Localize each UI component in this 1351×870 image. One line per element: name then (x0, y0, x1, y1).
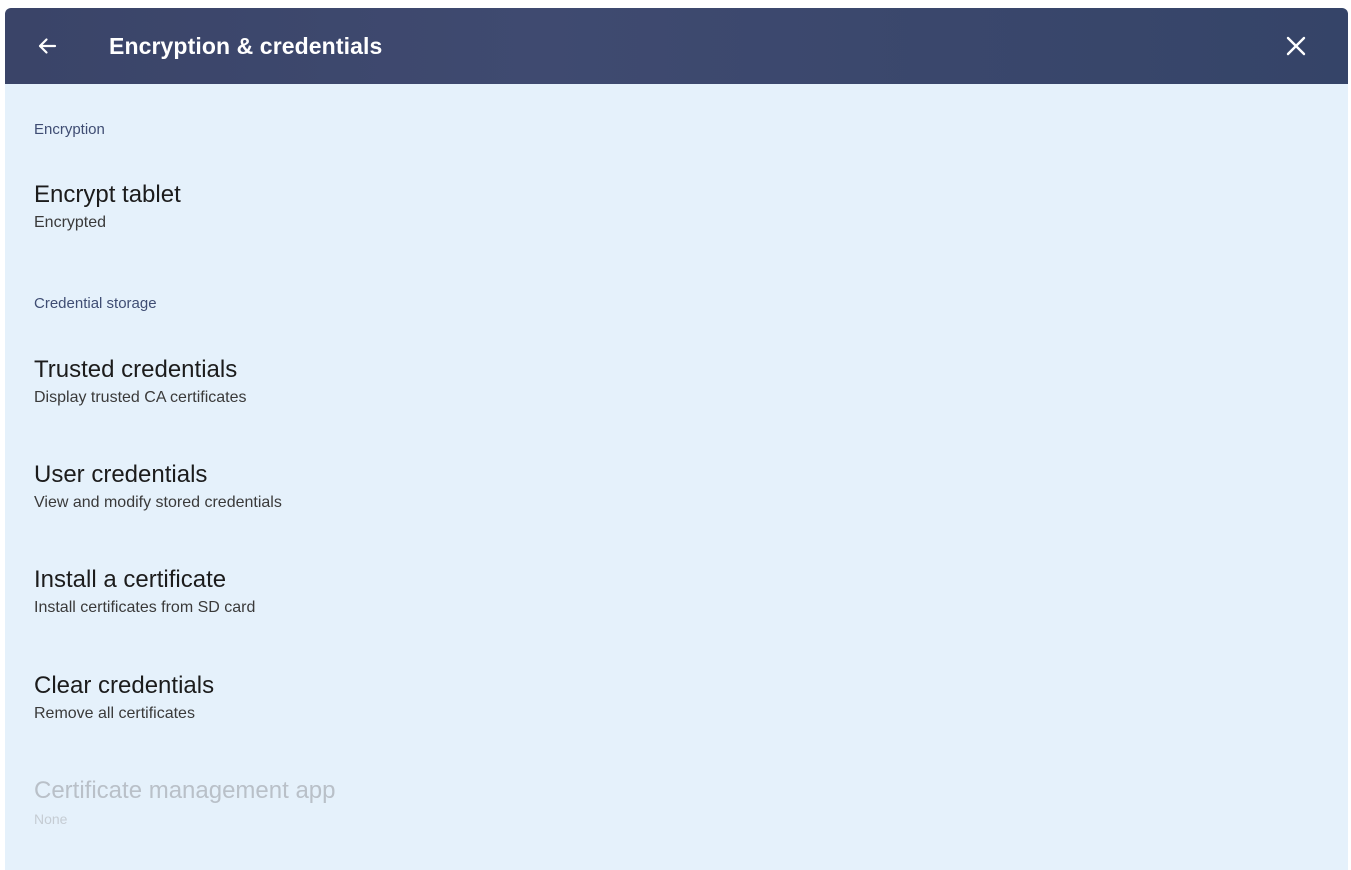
setting-subtitle: None (34, 811, 68, 827)
section-header-encryption: Encryption (34, 121, 105, 138)
setting-subtitle: Remove all certificates (34, 705, 195, 722)
setting-title: Trusted credentials (34, 356, 238, 383)
section-header-credential-storage: Credential storage (34, 295, 157, 312)
setting-title: Encrypt tablet (34, 181, 181, 208)
arrow-left-icon (38, 38, 57, 54)
setting-title: User credentials (34, 461, 208, 488)
close-icon (1286, 36, 1306, 56)
setting-clear-credentials[interactable]: Clear credentials Remove all certificate… (34, 671, 1314, 724)
setting-title: Clear credentials (34, 672, 215, 699)
setting-subtitle: Install certificates from SD card (34, 599, 256, 616)
setting-subtitle: View and modify stored credentials (34, 494, 282, 511)
back-button[interactable] (31, 30, 63, 62)
setting-install-certificate[interactable]: Install a certificate Install certificat… (34, 565, 1314, 618)
title-bar: Encryption & credentials (5, 8, 1348, 84)
setting-trusted-credentials[interactable]: Trusted credentials Display trusted CA c… (34, 355, 1314, 408)
setting-certificate-management-app: Certificate management app None (34, 776, 1314, 829)
setting-subtitle: Display trusted CA certificates (34, 389, 247, 406)
setting-encrypt-tablet[interactable]: Encrypt tablet Encrypted (34, 180, 1314, 233)
setting-title: Install a certificate (34, 566, 227, 593)
page-title: Encryption & credentials (109, 33, 383, 59)
setting-subtitle: Encrypted (34, 214, 107, 231)
settings-window: Encryption & credentials Encryption Encr… (5, 8, 1348, 870)
setting-user-credentials[interactable]: User credentials View and modify stored … (34, 460, 1314, 513)
setting-title: Certificate management app (34, 777, 336, 804)
close-button[interactable] (1280, 30, 1312, 62)
